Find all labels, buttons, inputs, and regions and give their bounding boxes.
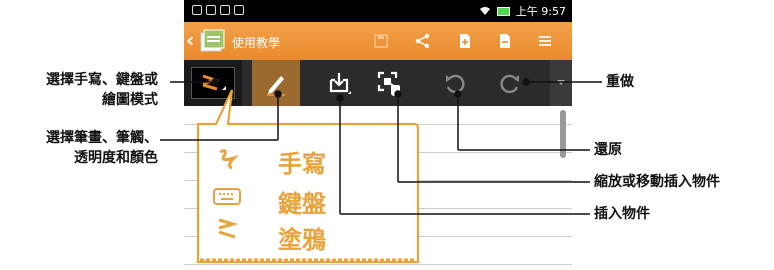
status-time: 上午 9:57 [515,5,566,18]
keyboard-icon [213,188,241,205]
save-icon[interactable] [372,32,390,50]
note-text-keyboard: 鍵盤 [278,189,326,218]
battery-icon [496,6,510,16]
doodle-icon [218,218,239,239]
callout-redo: 重做 [606,74,634,90]
callout-mode: 選擇手寫、鍵盤或 繪圖模式 [46,70,158,110]
note-text-handwriting: 手寫 [278,149,326,178]
app-logo-icon[interactable] [198,27,226,55]
canvas-scrollbar[interactable] [560,110,566,158]
callout-pen-line1: 選擇筆畫、筆觸、 [46,130,158,146]
phone-screen: 上午 9:57 ‹ 使用教學 手寫 鍵盤 塗鴉 [184,0,572,270]
handwriting-icon [219,149,240,170]
status-bar: 上午 9:57 [184,0,572,22]
notification-icon [220,5,230,15]
wifi-icon [479,7,490,15]
toolbar-overflow-handle[interactable] [550,60,572,106]
callout-move: 縮放或移動插入物件 [594,174,720,190]
callout-undo: 還原 [594,142,622,158]
note-text-doodle: 塗鴉 [278,225,326,254]
notification-icon [206,5,216,15]
delete-page-icon[interactable] [496,32,514,50]
notification-icons [192,5,244,15]
app-bar: ‹ 使用教學 [184,22,572,60]
redo-icon [500,74,519,94]
callout-mode-line2: 繪圖模式 [102,92,158,108]
redo-button[interactable] [489,60,533,106]
notification-icon [234,5,244,15]
notification-icon [192,5,202,15]
back-icon[interactable]: ‹ [186,30,194,50]
menu-icon[interactable] [536,32,554,50]
add-page-icon[interactable] [456,32,474,50]
share-icon[interactable] [414,32,432,50]
tutorial-note: 手寫 鍵盤 塗鴉 [192,88,424,270]
undo-button[interactable] [432,60,476,106]
undo-icon [446,74,465,94]
callout-pen-line2: 透明度和顏色 [74,150,158,166]
callout-insert: 插入物件 [594,206,650,222]
callout-mode-line1: 選擇手寫、鍵盤或 [46,72,158,88]
app-title: 使用教學 [232,36,281,50]
callout-pen: 選擇筆畫、筆觸、 透明度和顏色 [46,128,158,168]
